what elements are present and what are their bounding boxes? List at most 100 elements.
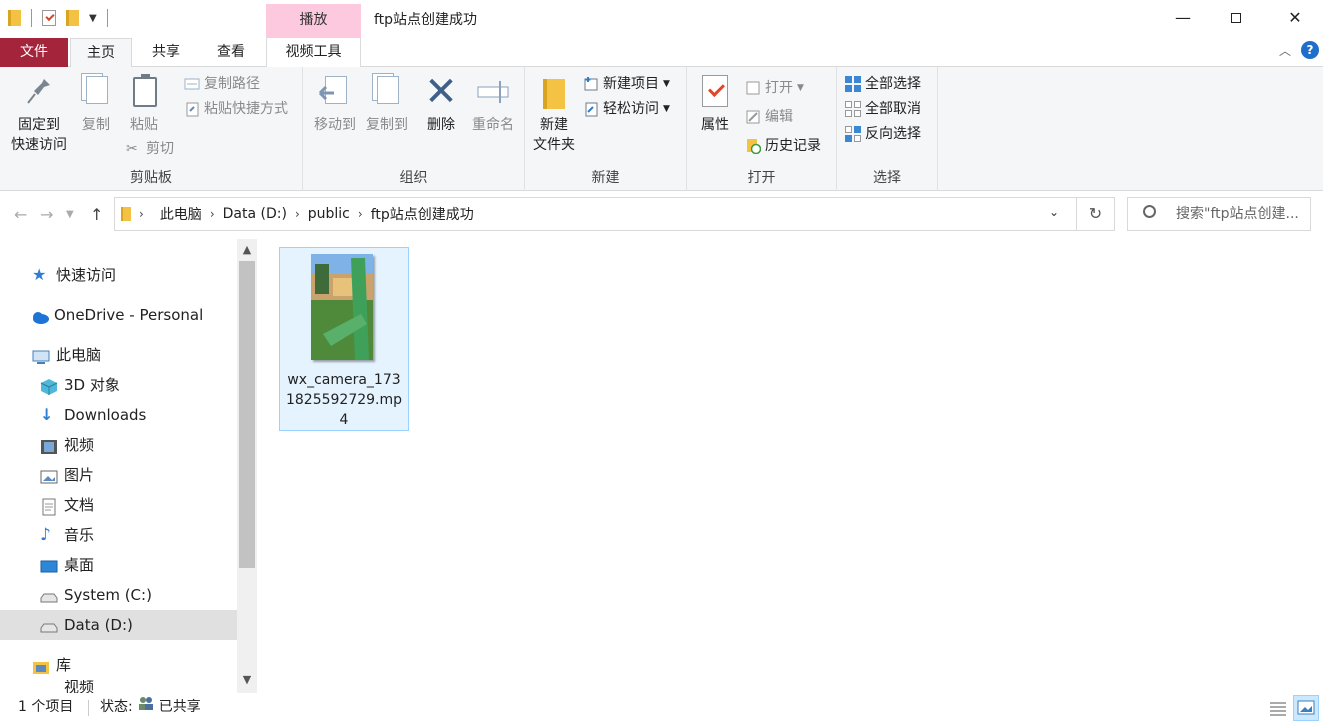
nav-label: 3D 对象 xyxy=(64,376,120,394)
tab-share[interactable]: 共享 xyxy=(136,38,196,67)
paste-shortcut-button[interactable]: 粘贴快捷方式 xyxy=(184,98,288,120)
edit-button[interactable]: 编辑 xyxy=(745,106,793,128)
status-bar: 1 个项目 状态: 已共享 xyxy=(0,693,1323,723)
group-label-new: 新建 xyxy=(591,170,620,186)
group-select: 全部选择 全部取消 反向选择 选择 xyxy=(837,67,938,191)
recent-locations-chevron-down-icon[interactable]: ▼ xyxy=(66,209,74,220)
customize-toolbar-chevron-down-icon[interactable]: ▼ xyxy=(89,13,97,24)
breadcrumb-separator[interactable]: › xyxy=(358,207,363,221)
select-all-button[interactable]: 全部选择 xyxy=(845,73,921,95)
breadcrumb-data-d[interactable]: Data (D:) xyxy=(223,206,287,222)
delete-x-icon: ✕ xyxy=(424,69,458,115)
nav-label: Downloads xyxy=(64,406,147,424)
address-bar[interactable]: › 此电脑 › Data (D:) › public › ftp站点创建成功 xyxy=(114,197,1077,231)
delete-label: 删除 xyxy=(427,117,455,133)
drive-icon xyxy=(40,616,58,634)
group-label-organize: 组织 xyxy=(399,170,428,186)
copy-to-icon xyxy=(370,73,404,111)
tab-video-tools[interactable]: 视频工具 xyxy=(266,38,361,67)
invert-selection-button[interactable]: 反向选择 xyxy=(845,123,921,145)
picture-icon xyxy=(40,466,58,484)
nav-label: 快速访问 xyxy=(56,266,117,284)
group-clipboard: 固定到 快速访问 复制 粘贴 复制路径 粘贴快捷方式 ✂ 剪切 剪贴板 xyxy=(0,67,303,191)
up-arrow-icon[interactable]: ↑ xyxy=(90,205,103,224)
scrollbar-thumb[interactable] xyxy=(239,261,255,568)
paste-shortcut-label: 粘贴快捷方式 xyxy=(204,101,288,117)
nav-item-downloads[interactable]: ↓ Downloads xyxy=(40,400,146,430)
address-history-chevron-down-icon[interactable]: ⌄ xyxy=(1049,205,1059,219)
history-button[interactable]: 历史记录 xyxy=(745,135,821,157)
breadcrumb-current-folder[interactable]: ftp站点创建成功 xyxy=(371,204,474,224)
new-folder-icon[interactable] xyxy=(66,10,79,26)
copy-path-label: 复制路径 xyxy=(204,76,260,92)
copy-label: 复制 xyxy=(82,117,110,133)
refresh-button[interactable]: ↻ xyxy=(1077,197,1115,231)
nav-label: 文档 xyxy=(64,496,95,514)
copy-to-label: 复制到 xyxy=(366,117,408,133)
close-button[interactable]: ✕ xyxy=(1272,0,1318,36)
details-view-icon[interactable] xyxy=(1268,698,1288,718)
state-label: 状态: xyxy=(100,699,133,715)
nav-item-3d-objects[interactable]: 3D 对象 xyxy=(40,370,120,400)
breadcrumb-separator[interactable]: › xyxy=(295,207,300,221)
folder-icon xyxy=(121,207,131,221)
breadcrumb-separator[interactable]: › xyxy=(139,207,144,221)
nav-item-library-videos-partial[interactable]: 视频 xyxy=(40,680,94,693)
open-icon xyxy=(745,80,761,96)
maximize-button[interactable] xyxy=(1213,0,1259,36)
nav-scrollbar[interactable]: ▲ ▼ xyxy=(237,239,257,693)
open-dropdown-icon: ▼ xyxy=(797,83,804,93)
copy-to-button[interactable]: 复制到 xyxy=(361,73,413,135)
breadcrumb-separator[interactable]: › xyxy=(210,207,215,221)
open-button[interactable]: 打开 ▼ xyxy=(745,77,804,99)
edit-label: 编辑 xyxy=(765,109,793,125)
new-item-button[interactable]: 新建项目 ▼ xyxy=(583,73,670,95)
nav-item-videos[interactable]: 视频 xyxy=(40,430,94,460)
tab-file[interactable]: 文件 xyxy=(0,38,68,67)
properties-button[interactable]: 属性 xyxy=(695,73,735,135)
status-divider xyxy=(88,700,89,716)
tab-home[interactable]: 主页 xyxy=(70,38,132,68)
collapse-ribbon-chevron-up-icon[interactable]: ︿ xyxy=(1279,42,1291,59)
nav-label: 图片 xyxy=(64,466,95,484)
document-icon xyxy=(40,496,58,516)
nav-item-pictures[interactable]: 图片 xyxy=(40,460,94,490)
move-to-button[interactable]: 移动到 xyxy=(309,73,361,135)
easy-access-button[interactable]: 轻松访问 ▼ xyxy=(583,98,670,120)
properties-icon[interactable] xyxy=(42,10,56,26)
history-icon xyxy=(745,138,762,155)
nav-item-quick-access[interactable]: ★ 快速访问 xyxy=(32,260,116,290)
breadcrumb-this-pc[interactable]: 此电脑 xyxy=(160,204,202,224)
copy-button[interactable]: 复制 xyxy=(76,73,116,135)
pin-to-quick-access-button[interactable]: 固定到 快速访问 xyxy=(6,73,72,155)
copy-path-button[interactable]: 复制路径 xyxy=(184,73,260,95)
back-arrow-icon[interactable]: ← xyxy=(14,205,27,224)
delete-button[interactable]: ✕ 删除 xyxy=(421,69,461,135)
tab-view[interactable]: 查看 xyxy=(200,38,262,67)
scroll-down-chevron-icon[interactable]: ▼ xyxy=(237,673,257,686)
breadcrumb-public[interactable]: public xyxy=(308,206,350,222)
cut-button[interactable]: ✂ 剪切 xyxy=(126,138,174,160)
help-icon[interactable]: ? xyxy=(1301,41,1319,59)
nav-item-system-c[interactable]: System (C:) xyxy=(40,580,152,610)
nav-item-music[interactable]: ♪ 音乐 xyxy=(40,520,94,550)
nav-item-documents[interactable]: 文档 xyxy=(40,490,94,520)
search-input[interactable]: 搜索"ftp站点创建... xyxy=(1127,197,1311,231)
nav-item-desktop[interactable]: 桌面 xyxy=(40,550,94,580)
nav-item-libraries[interactable]: 库 xyxy=(32,650,71,680)
nav-item-data-d[interactable]: Data (D:) xyxy=(40,610,133,640)
select-none-button[interactable]: 全部取消 xyxy=(845,98,921,120)
scroll-up-chevron-icon[interactable]: ▲ xyxy=(237,243,257,256)
new-folder-button[interactable]: 新建 文件夹 xyxy=(529,73,579,155)
properties-checkmark-icon xyxy=(698,73,732,111)
paste-button[interactable]: 粘贴 xyxy=(124,73,164,135)
large-icons-view-icon[interactable] xyxy=(1293,695,1319,721)
file-name: wx_camera_1731825592729.mp4 xyxy=(285,372,403,428)
nav-item-onedrive[interactable]: OneDrive - Personal xyxy=(30,300,203,330)
nav-item-this-pc[interactable]: 此电脑 xyxy=(32,340,101,370)
group-open: 属性 打开 ▼ 编辑 历史记录 打开 xyxy=(687,67,837,191)
forward-arrow-icon[interactable]: → xyxy=(40,205,53,224)
rename-button[interactable]: 重命名 xyxy=(467,73,519,135)
file-item[interactable]: wx_camera_1731825592729.mp4 xyxy=(279,247,409,431)
minimize-button[interactable]: — xyxy=(1160,0,1206,36)
